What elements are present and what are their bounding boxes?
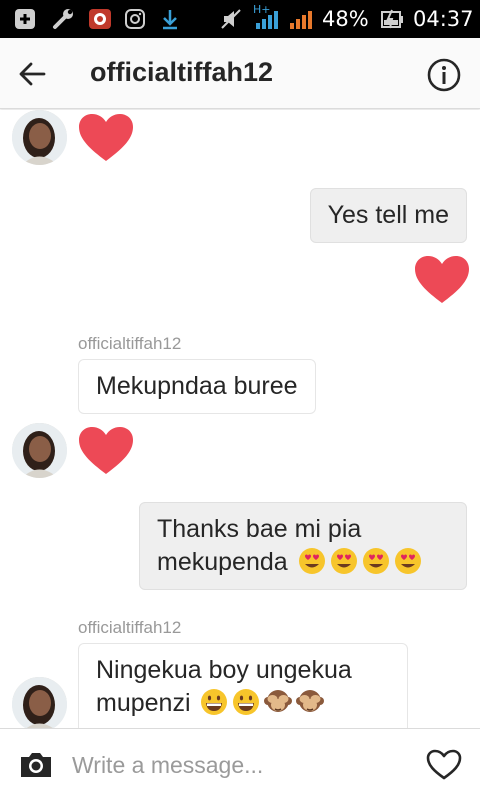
info-icon: [427, 58, 461, 92]
heart-reaction-icon: [415, 256, 469, 303]
heart-reaction-icon: [79, 114, 133, 161]
camera-icon: [21, 753, 51, 777]
grin-emoji-icon: [201, 689, 228, 715]
status-bar: H+ 48% 04:37: [0, 0, 480, 38]
avatar[interactable]: [12, 110, 67, 165]
message-text-line-2: mupenzi: [96, 687, 390, 720]
heart-eyes-emoji-icon: [362, 548, 389, 574]
sender-label: officialtiffah12: [78, 334, 182, 353]
clock: 04:37: [413, 7, 474, 31]
heart-outline-icon: [426, 749, 462, 780]
message-composer: [0, 728, 480, 800]
page-title[interactable]: officialtiffah12: [90, 57, 273, 88]
back-button[interactable]: [12, 54, 52, 94]
battery-percent: 48%: [322, 7, 369, 31]
grin-emoji-icon: [233, 689, 260, 715]
recorder-icon: [88, 8, 112, 30]
outgoing-message[interactable]: Yes tell me: [309, 188, 467, 243]
camera-button[interactable]: [16, 747, 56, 783]
outgoing-message[interactable]: Thanks bae mi pia mekupenda: [139, 502, 467, 590]
avatar[interactable]: [12, 423, 67, 478]
instagram-icon: [124, 8, 146, 30]
download-icon: [160, 8, 180, 30]
heart-eyes-emoji-icon: [394, 548, 421, 574]
conversation-header: officialtiffah12: [0, 38, 480, 109]
see-no-evil-monkey-emoji-icon: [264, 690, 293, 712]
message-text-line: Ningekua boy ungekua: [96, 656, 352, 684]
battery-charging-icon: [380, 8, 404, 30]
heart-eyes-emoji-icon: [298, 548, 325, 574]
incoming-message[interactable]: Ningekua boy ungekua mupenzi: [78, 643, 408, 728]
add-box-icon: [14, 8, 36, 30]
message-text-line: Thanks bae mi pia: [157, 515, 362, 543]
signal-icon-2: [288, 8, 314, 30]
info-button[interactable]: [424, 55, 464, 95]
avatar[interactable]: [12, 677, 67, 728]
heart-eyes-emoji-icon: [330, 548, 357, 574]
message-text: Mekupndaa buree: [96, 372, 298, 400]
message-thread[interactable]: Yes tell me officialtiffah12 Mekupndaa b…: [0, 110, 480, 728]
wrench-icon: [52, 8, 76, 30]
sender-label: officialtiffah12: [78, 618, 182, 637]
incoming-message[interactable]: Mekupndaa buree: [78, 359, 316, 414]
message-text: Yes tell me: [327, 201, 449, 229]
like-button[interactable]: [424, 747, 464, 783]
mute-icon: [220, 8, 242, 30]
heart-reaction-icon: [79, 427, 133, 474]
message-input[interactable]: [72, 747, 402, 783]
message-text-line-2: mekupenda: [157, 546, 449, 579]
signal-icon: [254, 8, 280, 30]
see-no-evil-monkey-emoji-icon: [296, 690, 325, 712]
arrow-left-icon: [19, 62, 46, 86]
